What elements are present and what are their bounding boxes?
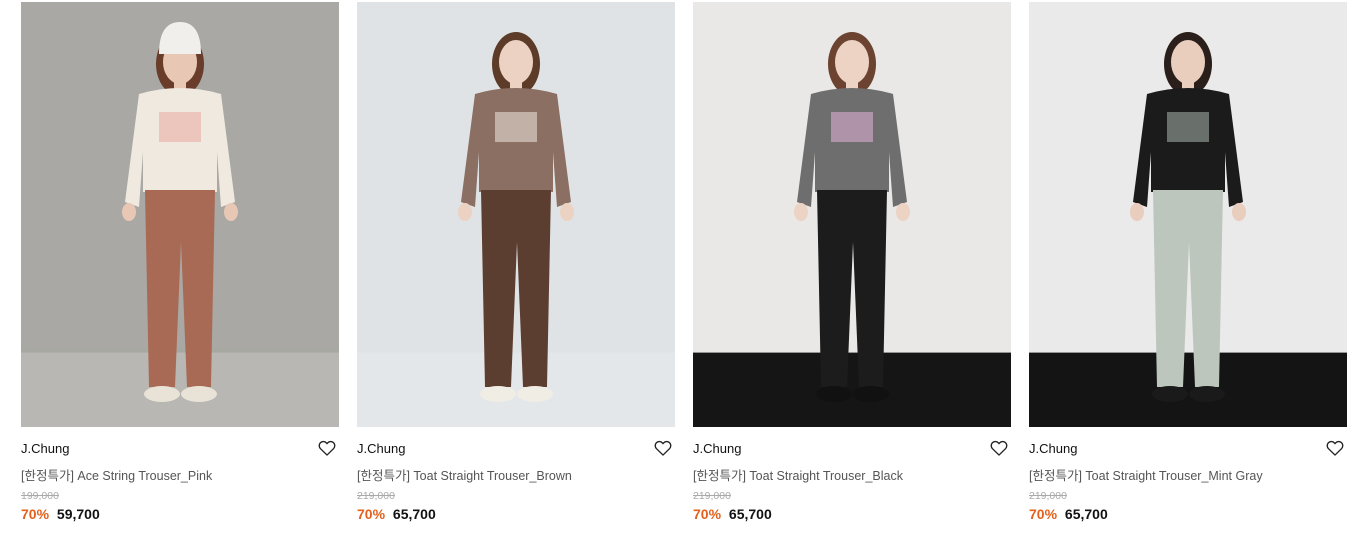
heart-outline-icon[interactable] xyxy=(317,438,337,458)
brand-name[interactable]: J.Chung xyxy=(21,441,69,456)
product-info: J.Chung [한정특가] Ace String Trouser_Pink 1… xyxy=(21,427,339,527)
product-card[interactable]: J.Chung [한정특가] Ace String Trouser_Pink 1… xyxy=(21,2,339,527)
discount-rate: 70% xyxy=(693,506,722,522)
brand-name[interactable]: J.Chung xyxy=(357,441,405,456)
sale-price: 65,700 xyxy=(392,506,436,522)
sale-price: 65,700 xyxy=(1064,506,1108,522)
product-name[interactable]: [한정특가] Toat Straight Trouser_Mint Gray xyxy=(1029,465,1263,484)
product-info: J.Chung [한정특가] Toat Straight Trouser_Bro… xyxy=(357,427,675,527)
product-name[interactable]: [한정특가] Ace String Trouser_Pink xyxy=(21,465,212,484)
price-row: 70% 59,700 xyxy=(21,506,100,522)
product-name[interactable]: [한정특가] Toat Straight Trouser_Brown xyxy=(357,465,572,484)
price-row: 70% 65,700 xyxy=(693,506,772,522)
product-name[interactable]: [한정특가] Toat Straight Trouser_Black xyxy=(693,465,903,484)
price-row: 70% 65,700 xyxy=(1029,506,1108,522)
product-info: J.Chung [한정특가] Toat Straight Trouser_Min… xyxy=(1029,427,1347,527)
heart-outline-icon[interactable] xyxy=(1325,438,1345,458)
original-price: 219,000 xyxy=(357,490,395,502)
discount-rate: 70% xyxy=(21,506,50,522)
original-price: 219,000 xyxy=(1029,490,1067,502)
sale-price: 59,700 xyxy=(56,506,100,522)
product-image[interactable] xyxy=(21,2,339,427)
brand-name[interactable]: J.Chung xyxy=(693,441,741,456)
product-grid: J.Chung [한정특가] Ace String Trouser_Pink 1… xyxy=(21,2,1347,527)
product-card[interactable]: J.Chung [한정특가] Toat Straight Trouser_Min… xyxy=(1029,2,1347,527)
product-info: J.Chung [한정특가] Toat Straight Trouser_Bla… xyxy=(693,427,1011,527)
product-image[interactable] xyxy=(693,2,1011,427)
brand-name[interactable]: J.Chung xyxy=(1029,441,1077,456)
discount-rate: 70% xyxy=(357,506,386,522)
product-image[interactable] xyxy=(1029,2,1347,427)
price-row: 70% 65,700 xyxy=(357,506,436,522)
original-price: 219,000 xyxy=(693,490,731,502)
product-card[interactable]: J.Chung [한정특가] Toat Straight Trouser_Bla… xyxy=(693,2,1011,527)
product-image[interactable] xyxy=(357,2,675,427)
original-price: 199,000 xyxy=(21,490,59,502)
product-card[interactable]: J.Chung [한정특가] Toat Straight Trouser_Bro… xyxy=(357,2,675,527)
heart-outline-icon[interactable] xyxy=(989,438,1009,458)
discount-rate: 70% xyxy=(1029,506,1058,522)
heart-outline-icon[interactable] xyxy=(653,438,673,458)
sale-price: 65,700 xyxy=(728,506,772,522)
